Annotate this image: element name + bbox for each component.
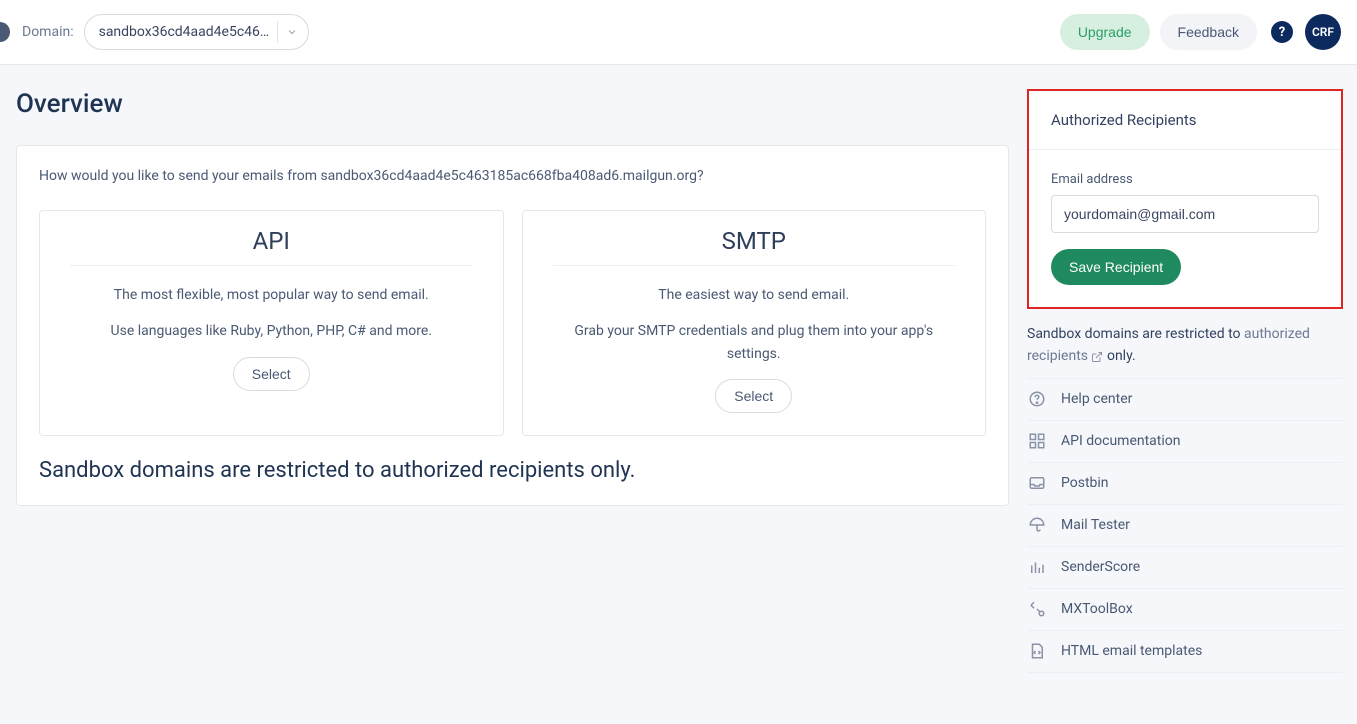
resource-label: SenderScore — [1061, 559, 1140, 575]
feedback-button[interactable]: Feedback — [1160, 14, 1257, 50]
top-bar: Domain: sandbox36cd4aad4e5c46… Upgrade F… — [0, 0, 1357, 65]
resource-api-docs[interactable]: API documentation — [1027, 421, 1343, 463]
question-text: How would you like to send your emails f… — [39, 168, 986, 184]
resource-label: MXToolBox — [1061, 601, 1133, 617]
resource-label: Mail Tester — [1061, 517, 1130, 533]
help-icon[interactable]: ? — [1271, 21, 1293, 43]
api-card-line2: Use languages like Ruby, Python, PHP, C#… — [70, 320, 473, 342]
email-field-label: Email address — [1051, 172, 1319, 187]
resource-help-center[interactable]: Help center — [1027, 379, 1343, 421]
smtp-select-button[interactable]: Select — [715, 379, 792, 413]
resource-mail-tester[interactable]: Mail Tester — [1027, 505, 1343, 547]
grid-icon — [1027, 431, 1047, 451]
api-card-line1: The most flexible, most popular way to s… — [70, 284, 473, 306]
inbox-icon — [1027, 473, 1047, 493]
resource-mxtoolbox[interactable]: MXToolBox — [1027, 589, 1343, 631]
tool-icon — [1027, 599, 1047, 619]
resource-postbin[interactable]: Postbin — [1027, 463, 1343, 505]
upgrade-button[interactable]: Upgrade — [1060, 14, 1150, 50]
avatar[interactable]: CRF — [1305, 14, 1341, 50]
api-card-title: API — [70, 227, 473, 266]
authorized-recipients-panel: Authorized Recipients Email address Save… — [1027, 89, 1343, 309]
sandbox-note-post: only. — [1107, 348, 1136, 364]
umbrella-icon — [1027, 515, 1047, 535]
email-field[interactable] — [1051, 195, 1319, 233]
code-file-icon — [1027, 641, 1047, 661]
resource-label: Help center — [1061, 391, 1132, 407]
api-select-button[interactable]: Select — [233, 357, 310, 391]
sandbox-note: Sandbox domains are restricted to author… — [1027, 323, 1343, 368]
domain-label: Domain: — [22, 24, 74, 40]
overview-panel: How would you like to send your emails f… — [16, 145, 1009, 506]
sidebar-peek — [0, 22, 10, 42]
resource-label: Postbin — [1061, 475, 1109, 491]
smtp-card: SMTP The easiest way to send email. Grab… — [522, 210, 987, 436]
restriction-note: Sandbox domains are restricted to author… — [17, 458, 1008, 505]
domain-value: sandbox36cd4aad4e5c46… — [99, 24, 270, 40]
domain-select[interactable]: sandbox36cd4aad4e5c46… — [84, 14, 310, 50]
resource-label: HTML email templates — [1061, 643, 1202, 659]
divider — [277, 21, 278, 43]
smtp-card-line1: The easiest way to send email. — [553, 284, 956, 306]
resource-html-templates[interactable]: HTML email templates — [1027, 631, 1343, 673]
api-card: API The most flexible, most popular way … — [39, 210, 504, 436]
bar-chart-icon — [1027, 557, 1047, 577]
external-link-icon — [1091, 351, 1103, 363]
help-center-icon — [1027, 389, 1047, 409]
smtp-card-line2: Grab your SMTP credentials and plug them… — [553, 320, 956, 365]
auth-title: Authorized Recipients — [1029, 91, 1341, 150]
resource-list: Help center API documentation Postbin Ma… — [1027, 378, 1343, 673]
chevron-down-icon — [286, 26, 298, 38]
page-title: Overview — [16, 89, 1009, 119]
save-recipient-button[interactable]: Save Recipient — [1051, 249, 1181, 285]
resource-label: API documentation — [1061, 433, 1181, 449]
resource-senderscore[interactable]: SenderScore — [1027, 547, 1343, 589]
sandbox-note-pre: Sandbox domains are restricted to — [1027, 326, 1244, 342]
smtp-card-title: SMTP — [553, 227, 956, 266]
